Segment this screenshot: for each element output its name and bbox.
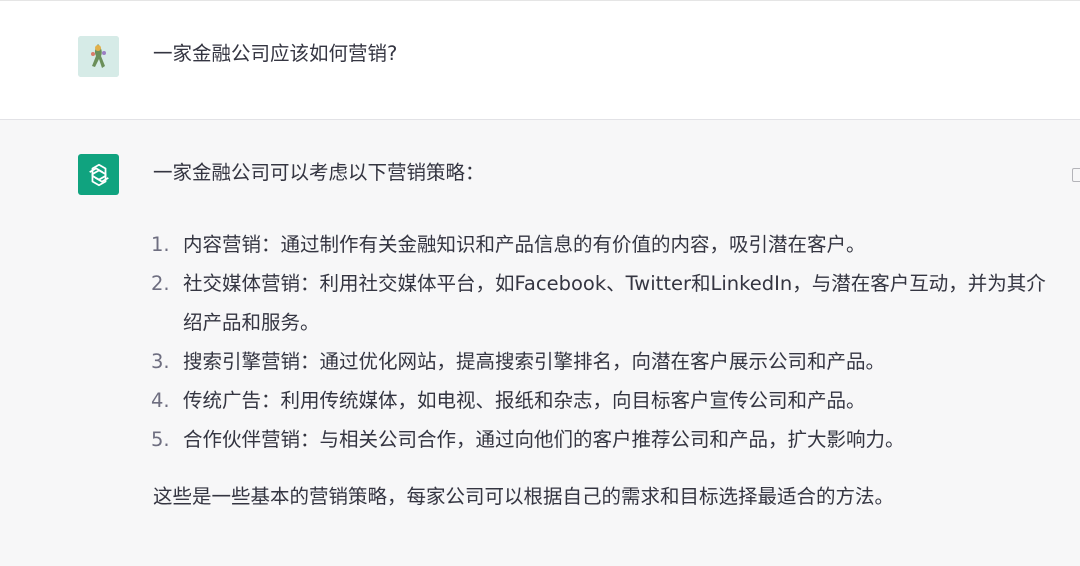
list-item-number: 1.	[151, 233, 170, 256]
list-item: 3. 搜索引擎营销：通过优化网站，提高搜索引擎排名，向潜在客户展示公司和产品。	[151, 342, 1053, 381]
list-item-text: 传统广告：利用传统媒体，如电视、报纸和杂志，向目标客户宣传公司和产品。	[183, 389, 866, 412]
assistant-outro: 这些是一些基本的营销策略，每家公司可以根据自己的需求和目标选择最适合的方法。	[153, 485, 895, 508]
list-item-number: 5.	[151, 428, 170, 451]
list-item: 1. 内容营销：通过制作有关金融知识和产品信息的有价值的内容，吸引潜在客户。	[151, 225, 1053, 264]
assistant-message-row: 一家金融公司可以考虑以下营销策略： 1. 内容营销：通过制作有关金融知识和产品信…	[0, 120, 1080, 566]
user-message-row: 一家金融公司应该如何营销?	[0, 0, 1080, 120]
list-item-text: 内容营销：通过制作有关金融知识和产品信息的有价值的内容，吸引潜在客户。	[183, 233, 866, 256]
assistant-intro: 一家金融公司可以考虑以下营销策略：	[153, 161, 485, 184]
list-item: 5. 合作伙伴营销：与相关公司合作，通过向他们的客户推荐公司和产品，扩大影响力。	[151, 420, 1053, 459]
assistant-avatar	[78, 154, 119, 195]
list-item-text: 搜索引擎营销：通过优化网站，提高搜索引擎排名，向潜在客户展示公司和产品。	[183, 350, 886, 373]
user-message-text: 一家金融公司应该如何营销?	[153, 42, 398, 65]
list-item-text: 社交媒体营销：利用社交媒体平台，如Facebook、Twitter和Linked…	[183, 272, 1046, 334]
assistant-message-content: 一家金融公司可以考虑以下营销策略： 1. 内容营销：通过制作有关金融知识和产品信…	[151, 158, 1053, 508]
list-item: 4. 传统广告：利用传统媒体，如电视、报纸和杂志，向目标客户宣传公司和产品。	[151, 381, 1053, 420]
list-item-text: 合作伙伴营销：与相关公司合作，通过向他们的客户推荐公司和产品，扩大影响力。	[183, 428, 905, 451]
copy-icon[interactable]	[1072, 168, 1080, 182]
strategy-list: 1. 内容营销：通过制作有关金融知识和产品信息的有价值的内容，吸引潜在客户。 2…	[151, 225, 1053, 459]
list-item-number: 2.	[151, 272, 170, 295]
openai-logo-icon	[88, 163, 109, 186]
user-avatar-image	[78, 36, 119, 77]
list-item: 2. 社交媒体营销：利用社交媒体平台，如Facebook、Twitter和Lin…	[151, 264, 1053, 342]
list-item-number: 4.	[151, 389, 170, 412]
user-avatar	[78, 36, 119, 77]
list-item-number: 3.	[151, 350, 170, 373]
